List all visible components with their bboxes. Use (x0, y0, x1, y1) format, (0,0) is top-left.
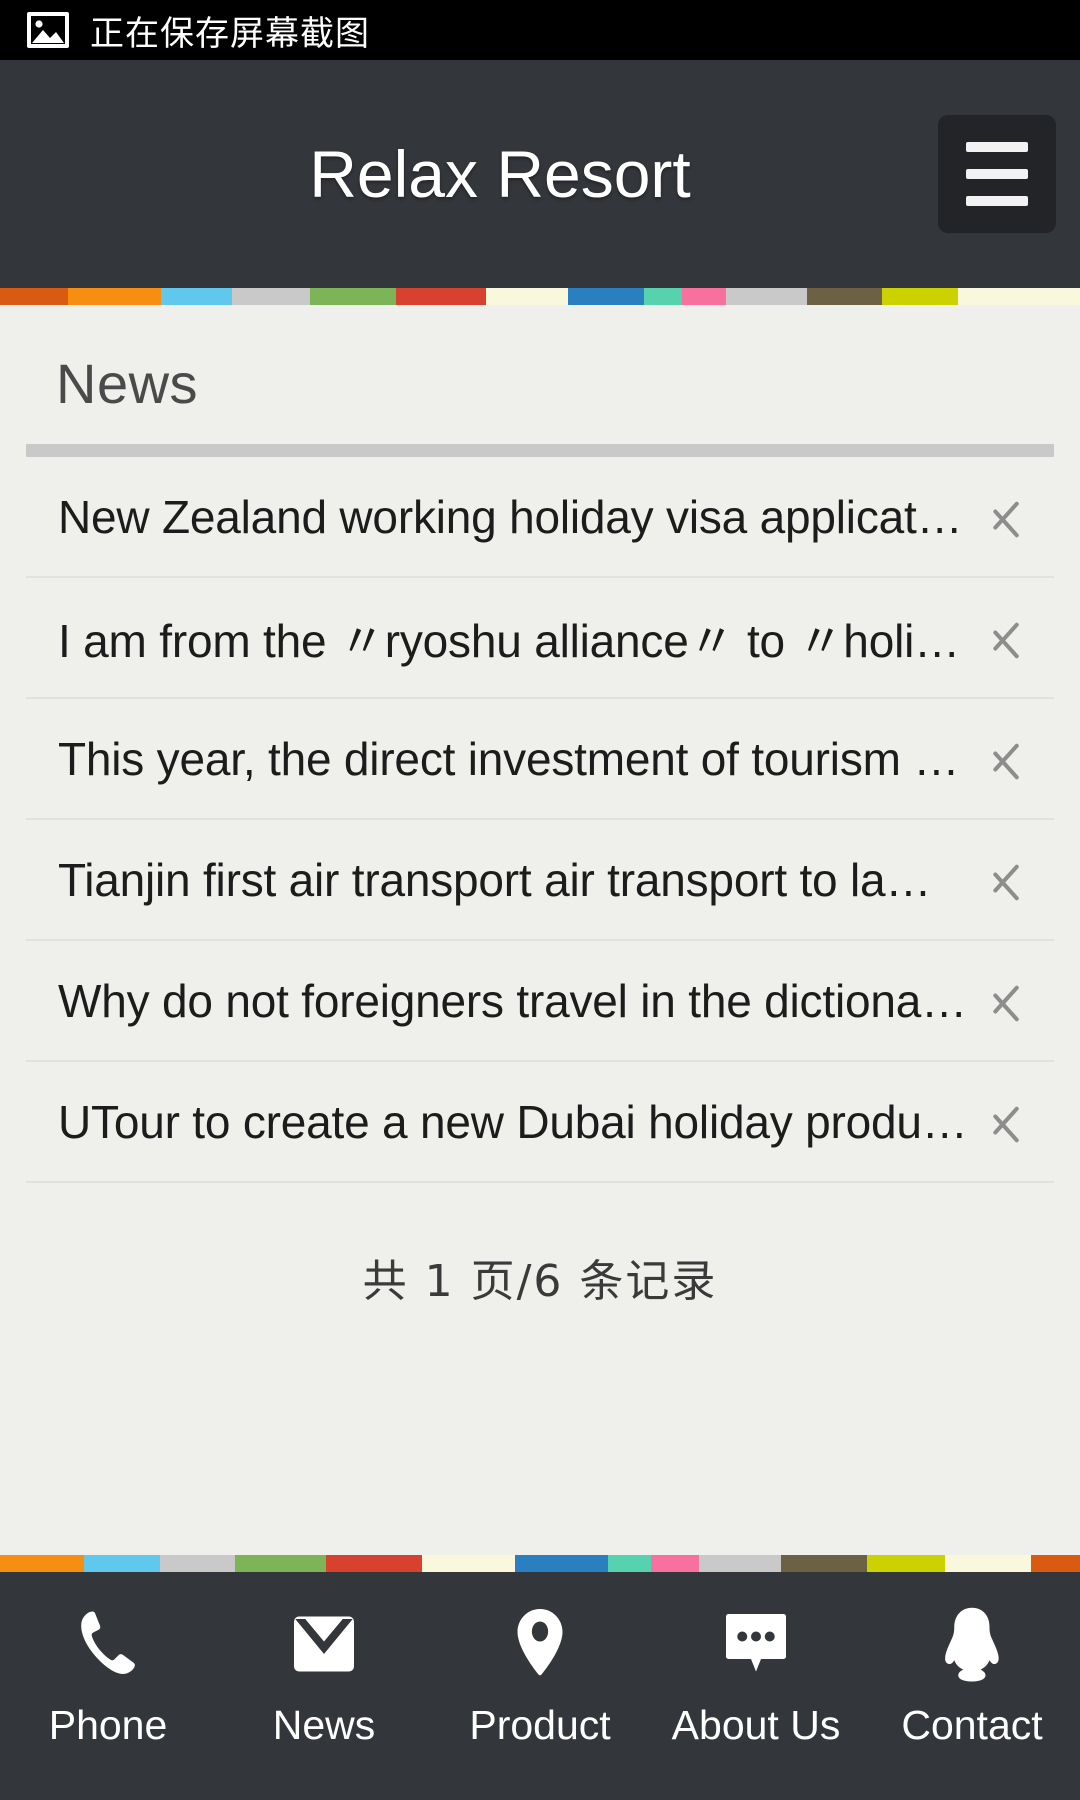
stripe-segment (235, 1555, 327, 1572)
stripe-segment (944, 1555, 1032, 1572)
stripe-segment (1031, 1555, 1080, 1572)
chat-bubble-icon (712, 1600, 800, 1688)
main-content: News New Zealand working holiday visa ap… (0, 305, 1080, 1555)
nav-item-news[interactable]: News (216, 1600, 432, 1749)
stripe-segment (0, 288, 69, 305)
nav-item-contact[interactable]: Contact (864, 1600, 1080, 1749)
stripe-segment (232, 288, 310, 305)
news-list-item[interactable]: This year, the direct investment of tour… (26, 699, 1054, 820)
nav-item-label: Product (469, 1702, 611, 1748)
stripe-segment (651, 1555, 699, 1572)
menu-bar-1 (966, 142, 1028, 152)
nav-item-product[interactable]: Product (432, 1600, 648, 1749)
pagination-label: 共 1 页/6 条记录 (362, 1256, 718, 1307)
stripe-segment (882, 288, 958, 305)
stripe-segment (867, 1555, 945, 1572)
status-bar: 正在保存屏幕截图 (0, 0, 1080, 60)
stripe-segment (396, 288, 486, 305)
stripe-segment (806, 288, 883, 305)
chevron-right-icon (988, 487, 1028, 547)
color-stripe-bottom (0, 1555, 1080, 1572)
stripe-segment (643, 288, 683, 305)
stripe-segment (422, 1555, 516, 1572)
nav-item-phone[interactable]: Phone (0, 1600, 216, 1749)
news-item-title: Why do not foreigners travel in the dict… (58, 974, 967, 1027)
chevron-right-icon (988, 608, 1028, 668)
stripe-segment (160, 288, 233, 305)
news-list: New Zealand working holiday visa applica… (26, 457, 1054, 1183)
stripe-segment (159, 1555, 236, 1572)
news-list-item[interactable]: UTour to create a new Dubai holiday prod… (26, 1062, 1054, 1183)
nav-item-label: About Us (671, 1702, 841, 1748)
news-item-title: I am from the 〃ryoshu alliance〃 to 〃holi… (58, 614, 960, 667)
stripe-segment (515, 1555, 608, 1572)
stripe-segment (568, 288, 644, 305)
status-bar-text: 正在保存屏幕截图 (90, 13, 370, 54)
nav-item-label: News (272, 1702, 376, 1748)
chevron-right-icon (988, 1092, 1028, 1152)
menu-bar-3 (966, 196, 1028, 206)
stripe-segment (698, 1555, 781, 1572)
news-item-title: New Zealand working holiday visa applica… (58, 490, 963, 543)
news-list-item[interactable]: Tianjin first air transport air transpor… (26, 820, 1054, 941)
stripe-segment (725, 288, 807, 305)
news-item-title: UTour to create a new Dubai holiday prod… (58, 1095, 968, 1148)
stripe-segment (84, 1555, 160, 1572)
page-title: Relax Resort (309, 137, 691, 211)
stripe-segment (0, 1555, 85, 1572)
news-item-title: Tianjin first air transport air transpor… (58, 853, 932, 906)
news-list-item[interactable]: New Zealand working holiday visa applica… (26, 457, 1054, 578)
news-item-title: This year, the direct investment of tour… (58, 732, 960, 785)
menu-bar-2 (966, 169, 1028, 179)
image-icon (26, 11, 70, 49)
chevron-right-icon (988, 850, 1028, 910)
stripe-segment (780, 1555, 868, 1572)
chevron-right-icon (988, 971, 1028, 1031)
stripe-segment (326, 1555, 423, 1572)
nav-item-label: Phone (48, 1702, 168, 1748)
envelope-icon (280, 1600, 368, 1688)
section-divider (26, 444, 1054, 457)
stripe-segment (68, 288, 161, 305)
app-root: 正在保存屏幕截图 Relax Resort News New Zealand w… (0, 0, 1080, 1800)
section-title: News (56, 352, 199, 415)
bottom-navigation: Phone News Product About Us Contact (0, 1572, 1080, 1800)
stripe-segment (485, 288, 569, 305)
nav-item-label: Contact (901, 1702, 1043, 1748)
phone-icon (64, 1600, 152, 1688)
color-stripe-top (0, 288, 1080, 305)
stripe-segment (682, 288, 726, 305)
chevron-right-icon (988, 729, 1028, 789)
news-list-item[interactable]: I am from the 〃ryoshu alliance〃 to 〃holi… (26, 578, 1054, 699)
news-list-item[interactable]: Why do not foreigners travel in the dict… (26, 941, 1054, 1062)
stripe-segment (309, 288, 397, 305)
nav-item-about-us[interactable]: About Us (648, 1600, 864, 1749)
qq-penguin-icon (928, 1600, 1016, 1688)
app-header: Relax Resort (0, 60, 1080, 288)
map-pin-icon (496, 1600, 584, 1688)
stripe-segment (957, 288, 1080, 305)
stripe-segment (608, 1555, 652, 1572)
hamburger-menu-icon[interactable] (938, 115, 1056, 233)
